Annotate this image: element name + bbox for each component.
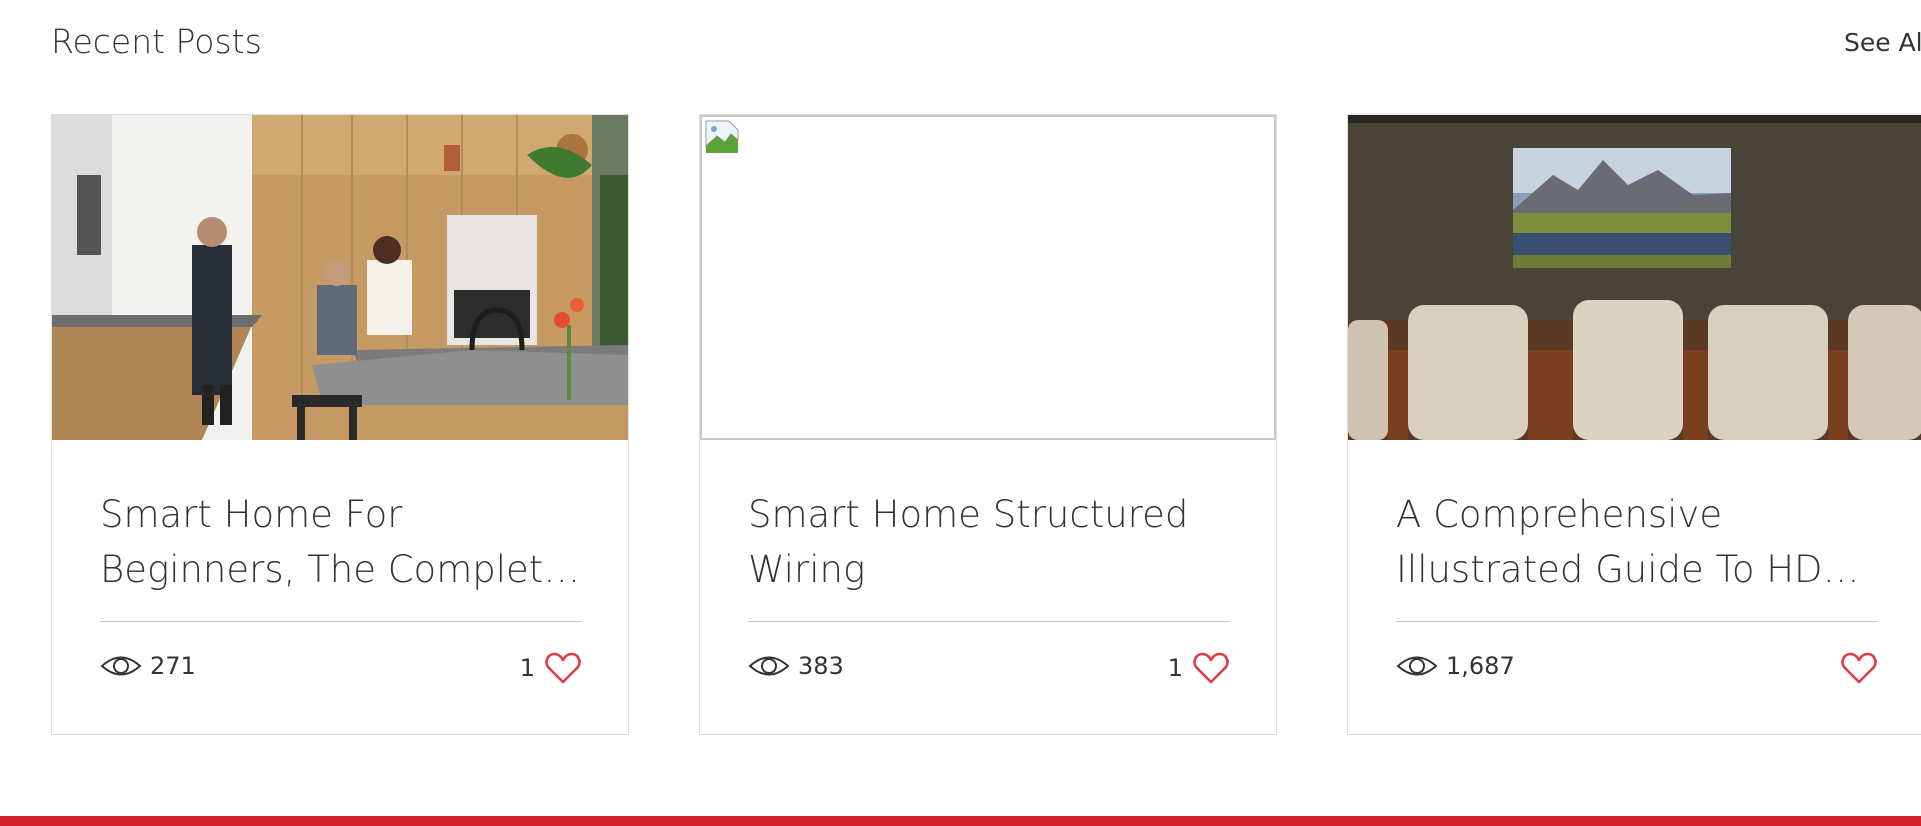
eye-icon — [748, 656, 790, 676]
like-count: 1 — [519, 654, 535, 682]
divider — [100, 621, 581, 622]
views: 271 — [100, 651, 196, 681]
eye-icon — [100, 656, 142, 676]
section-title: Recent Posts — [51, 22, 262, 61]
post-image-kitchen[interactable] — [52, 115, 628, 440]
likes[interactable]: 1 — [1168, 651, 1229, 685]
post-stats: 383 1 — [748, 651, 1229, 687]
divider — [1396, 621, 1877, 622]
post-card[interactable]: Smart Home Structured Wiring 383 1 — [699, 114, 1277, 735]
broken-image — [700, 115, 1276, 440]
heart-outline-icon[interactable] — [1193, 651, 1229, 685]
heart-outline-icon[interactable] — [1841, 651, 1877, 685]
see-all-link[interactable]: See All — [1844, 28, 1921, 57]
post-card[interactable]: Smart Home For Beginners, The Complete G… — [51, 114, 629, 735]
post-card[interactable]: A Comprehensive Illustrated Guide To HDM… — [1347, 114, 1921, 735]
post-stats: 271 1 — [100, 651, 581, 687]
like-count: 1 — [1167, 654, 1183, 682]
post-title[interactable]: Smart Home For Beginners, The Complete G… — [100, 487, 590, 597]
post-title[interactable]: Smart Home Structured Wiring — [748, 487, 1238, 597]
views-count: 1,687 — [1446, 652, 1515, 680]
heart-outline-icon[interactable] — [545, 651, 581, 685]
post-title[interactable]: A Comprehensive Illustrated Guide To HDM… — [1396, 487, 1886, 597]
likes[interactable]: 1 — [520, 651, 581, 685]
views: 1,687 — [1396, 651, 1515, 681]
likes[interactable] — [1831, 651, 1877, 685]
eye-icon — [1396, 656, 1438, 676]
divider — [748, 621, 1229, 622]
views: 383 — [748, 651, 844, 681]
post-stats: 1,687 — [1396, 651, 1877, 687]
footer-accent-bar — [0, 816, 1921, 826]
post-image-placeholder[interactable] — [700, 115, 1276, 440]
views-count: 383 — [798, 652, 844, 680]
broken-image-icon — [705, 120, 739, 153]
post-image-home-theater[interactable] — [1348, 115, 1921, 440]
views-count: 271 — [150, 652, 196, 680]
